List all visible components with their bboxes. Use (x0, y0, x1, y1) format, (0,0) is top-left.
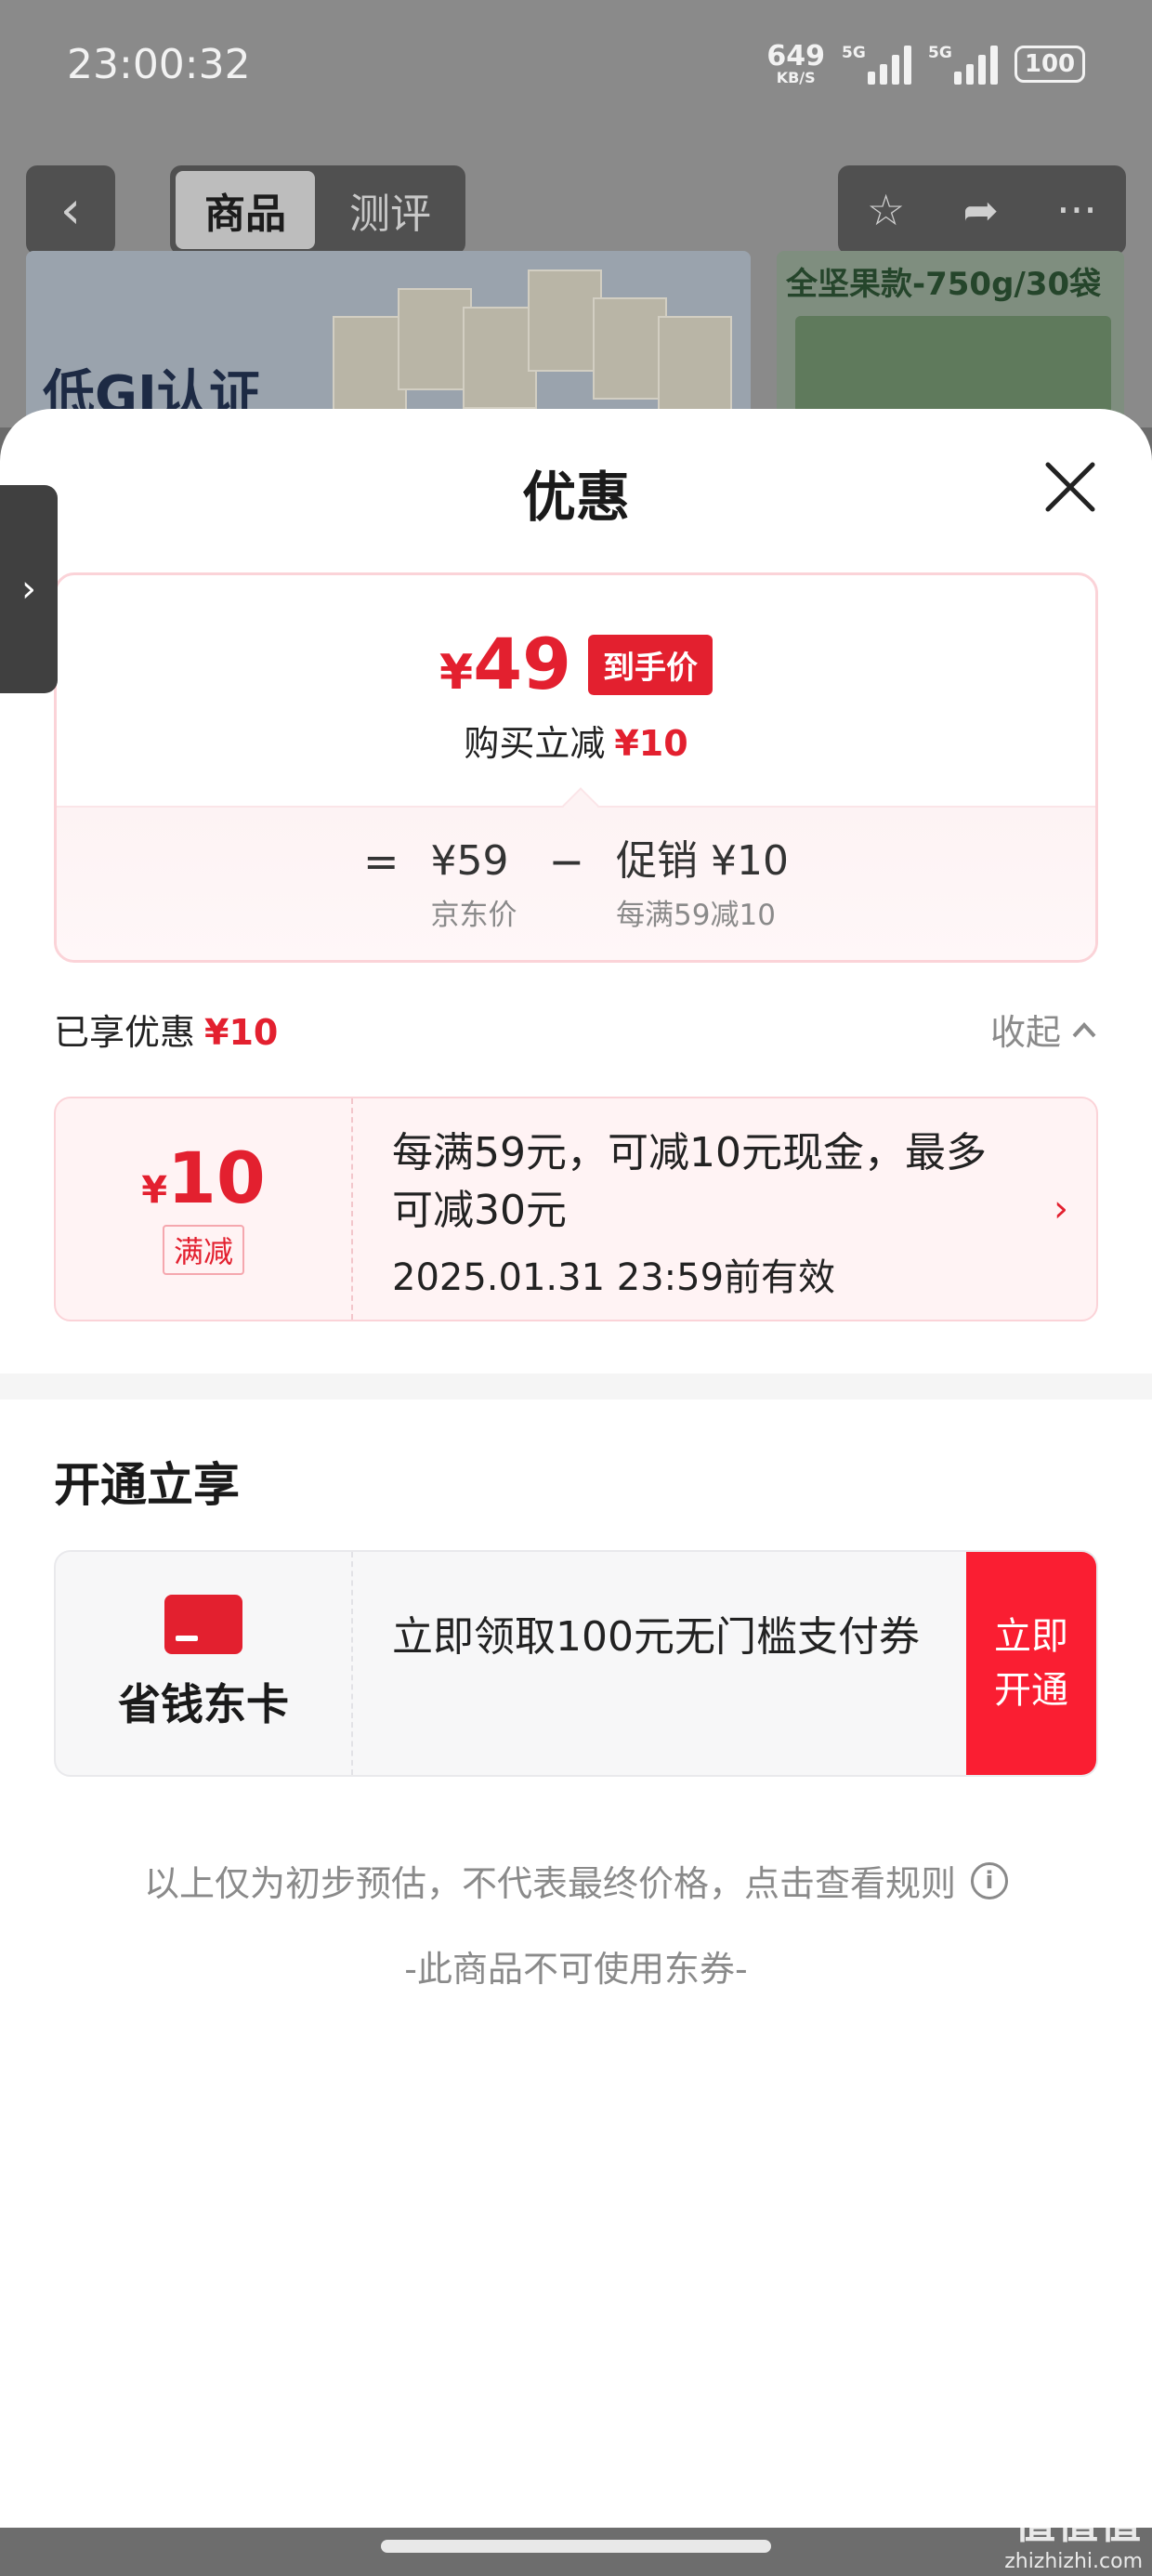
jd-price-term: ¥59 京东价 (430, 837, 517, 932)
product-banner-image: 低GI认证 (26, 251, 751, 427)
estimate-note[interactable]: 以上仅为初步预估，不代表最终价格，点击查看规则 i (0, 1855, 1152, 1906)
status-icons: 649 KB/S 5G 5G 100 (766, 43, 1085, 85)
battery-icon: 100 (1015, 46, 1085, 83)
net-speed-unit: KB/S (776, 69, 816, 86)
chevron-right-icon: › (1054, 1188, 1068, 1230)
side-expand-tab[interactable]: › (0, 485, 58, 693)
net-speed: 649 KB/S (766, 43, 825, 85)
sheet-title: 优惠 (521, 466, 630, 529)
watermark: 值值值 zhizhizhi.com (1004, 2501, 1143, 2573)
banner-right-text: 全坚果款-750g/30袋 (786, 266, 1102, 303)
product-variant-image: 全坚果款-750g/30袋 (777, 251, 1124, 427)
final-price-tag: 到手价 (587, 634, 713, 695)
coupon-restriction-note: -此商品不可使用东券- (404, 1949, 748, 1990)
card-icon (164, 1595, 242, 1654)
price-formula: = ¥59 京东价 − 促销 ¥10 每满59减10 (57, 834, 1095, 933)
tab-goods[interactable]: 商品 (176, 171, 315, 249)
collapse-button[interactable]: 收起 (990, 1004, 1098, 1055)
full-reduction-coupon[interactable]: ¥10 满减 每满59元，可减10元现金，最多可减30元 2025.01.31 … (54, 1097, 1098, 1321)
status-bar: 23:00:32 649 KB/S 5G 5G 100 (0, 0, 1152, 139)
star-icon[interactable]: ☆ (867, 185, 905, 235)
home-indicator[interactable] (381, 2540, 771, 2553)
back-button[interactable]: ‹ (26, 165, 115, 255)
signal-icon: 5G (842, 44, 911, 85)
savings-card-offer: 省钱东卡 立即领取100元无门槛支付券 立即 开通 (54, 1550, 1098, 1777)
equals-sign: = (362, 836, 399, 887)
status-time: 23:00:32 (67, 41, 251, 88)
more-icon[interactable]: ··· (1056, 185, 1097, 235)
coupon-amount: ¥10 (141, 1137, 266, 1219)
info-icon[interactable]: i (971, 1861, 1008, 1899)
background-page: 23:00:32 649 KB/S 5G 5G 100 ‹ 商品 测评 ☆ ➦ (0, 0, 1152, 427)
chevron-up-icon (1072, 1021, 1096, 1037)
minus-sign: − (548, 836, 585, 887)
coupon-validity: 2025.01.31 23:59前有效 (392, 1256, 836, 1299)
price-breakdown-card: ¥49 到手价 购买立减 ¥10 = ¥59 京东价 − 促销 ¥10 每满59减… (54, 572, 1098, 963)
open-section-title: 开通立享 (54, 1458, 240, 1512)
final-price: ¥49 (439, 623, 571, 705)
product-tabs: 商品 测评 (170, 165, 465, 255)
discount-sheet: 优惠 ¥49 到手价 购买立减 ¥10 = ¥59 京东价 − 促销 ¥10 每… (0, 409, 1152, 2528)
instant-save: 购买立减 ¥10 (464, 723, 688, 764)
coupon-type-badge: 满减 (162, 1225, 244, 1275)
card-name: 省钱东卡 (118, 1679, 289, 1729)
share-icon[interactable]: ➦ (962, 185, 999, 235)
tab-review[interactable]: 测评 (321, 171, 460, 249)
promo-term: 促销 ¥10 每满59减10 (616, 837, 790, 932)
chevron-left-icon: ‹ (59, 179, 82, 241)
net-speed-value: 649 (766, 40, 825, 72)
nav-actions: ☆ ➦ ··· (838, 165, 1126, 255)
product-nav: ‹ 商品 测评 ☆ ➦ ··· (26, 165, 1126, 255)
chevron-right-icon: › (21, 568, 36, 611)
enjoyed-discount: 已享优惠 ¥10 (54, 1012, 279, 1053)
signal-icon-2: 5G (928, 44, 998, 85)
card-offer-description: 立即领取100元无门槛支付券 (392, 1613, 920, 1661)
open-now-button[interactable]: 立即 开通 (966, 1552, 1096, 1775)
coupon-description: 每满59元，可减10元现金，最多可减30元 (392, 1129, 987, 1234)
section-divider (0, 1373, 1152, 1400)
close-icon[interactable] (1041, 457, 1100, 517)
